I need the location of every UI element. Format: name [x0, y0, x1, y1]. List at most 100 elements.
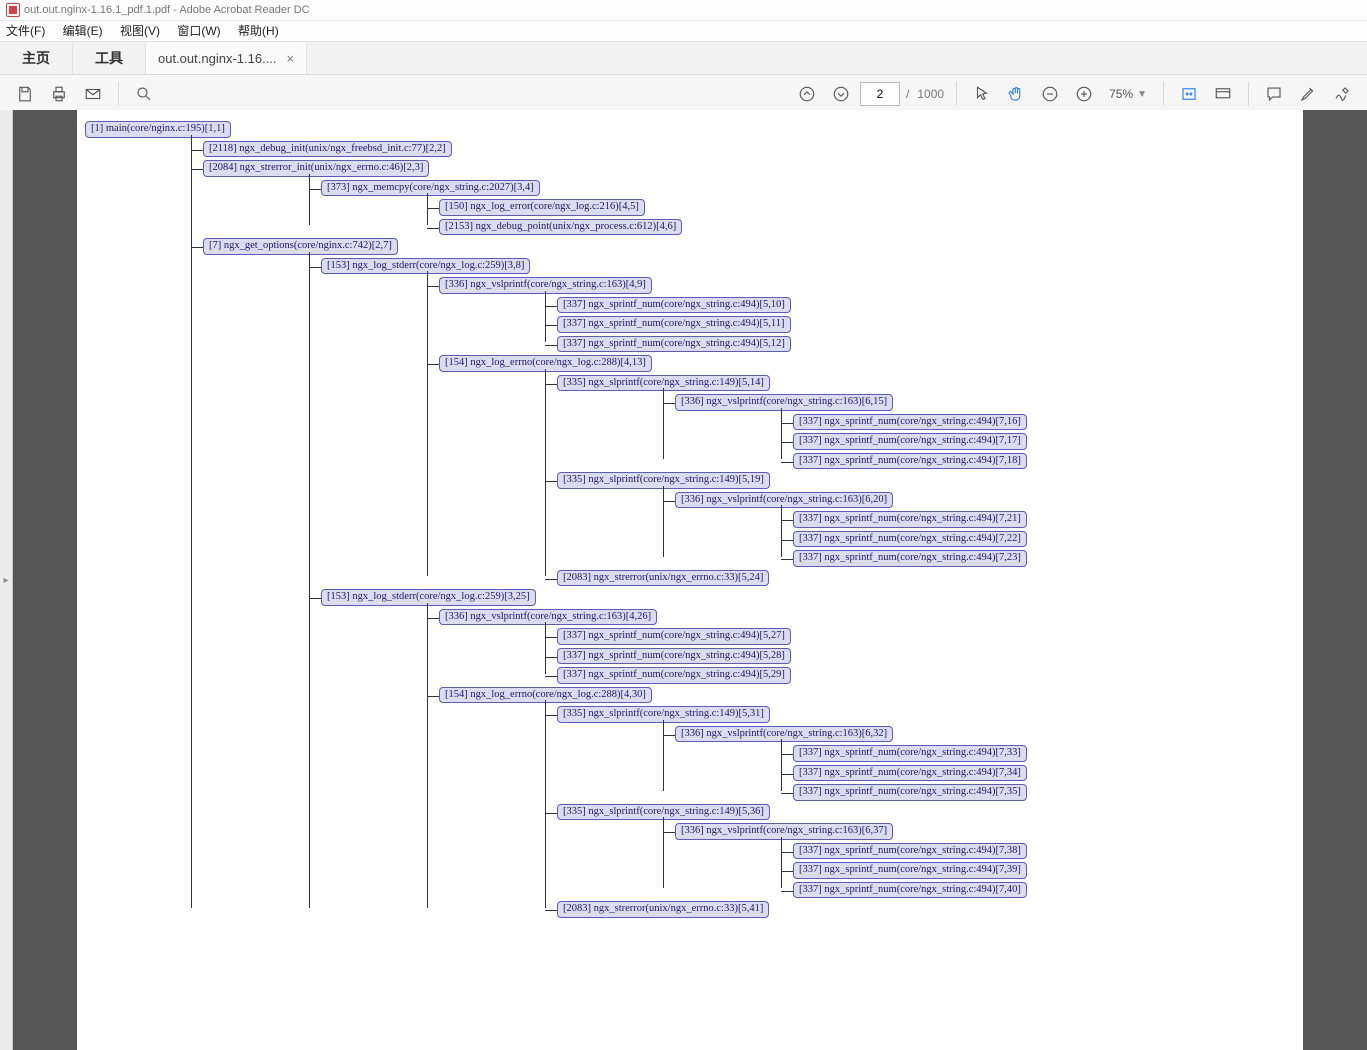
- menu-edit[interactable]: 编辑(E): [63, 24, 103, 38]
- tree-node[interactable]: [2153] ngx_debug_point(unix/ngx_process.…: [439, 219, 1027, 236]
- tree-node-label: [337] ngx_sprintf_num(core/ngx_string.c:…: [557, 648, 791, 665]
- tree-children: [150] ngx_log_error(core/ngx_log.c:216)[…: [439, 199, 1027, 235]
- hand-tool-icon[interactable]: [1001, 79, 1031, 109]
- tree-node[interactable]: [337] ngx_sprintf_num(core/ngx_string.c:…: [793, 511, 1027, 528]
- tree-node[interactable]: [337] ngx_sprintf_num(core/ngx_string.c:…: [557, 297, 1027, 314]
- tree-node[interactable]: [337] ngx_sprintf_num(core/ngx_string.c:…: [793, 550, 1027, 567]
- tree-node[interactable]: [337] ngx_sprintf_num(core/ngx_string.c:…: [793, 765, 1027, 782]
- tree-children: [337] ngx_sprintf_num(core/ngx_string.c:…: [793, 745, 1027, 801]
- menu-view[interactable]: 视图(V): [120, 24, 160, 38]
- fit-width-icon[interactable]: [1174, 79, 1204, 109]
- tree-node[interactable]: [153] ngx_log_stderr(core/ngx_log.c:259)…: [321, 589, 1027, 918]
- save-icon[interactable]: [10, 79, 40, 109]
- tree-node-label: [336] ngx_vslprintf(core/ngx_string.c:16…: [675, 492, 893, 509]
- menu-window[interactable]: 窗口(W): [177, 24, 220, 38]
- tree-node[interactable]: [154] ngx_log_errno(core/ngx_log.c:288)[…: [439, 687, 1027, 918]
- sign-icon[interactable]: [1327, 79, 1357, 109]
- close-tab-icon[interactable]: ×: [287, 51, 295, 66]
- zoom-level-value: 75%: [1109, 87, 1133, 101]
- menu-help[interactable]: 帮助(H): [238, 24, 279, 38]
- tree-node[interactable]: [2083] ngx_strerror(unix/ngx_errno.c:33)…: [557, 570, 1027, 587]
- pdf-file-icon: [6, 3, 20, 17]
- highlight-icon[interactable]: [1293, 79, 1323, 109]
- tree-children: [336] ngx_vslprintf(core/ngx_string.c:16…: [439, 609, 1027, 918]
- page-down-icon[interactable]: [826, 79, 856, 109]
- tree-node[interactable]: [153] ngx_log_stderr(core/ngx_log.c:259)…: [321, 258, 1027, 587]
- tree-node[interactable]: [154] ngx_log_errno(core/ngx_log.c:288)[…: [439, 355, 1027, 586]
- print-icon[interactable]: [44, 79, 74, 109]
- tree-node[interactable]: [337] ngx_sprintf_num(core/ngx_string.c:…: [793, 784, 1027, 801]
- tree-children: [336] ngx_vslprintf(core/ngx_string.c:16…: [675, 726, 1027, 801]
- tree-node[interactable]: [337] ngx_sprintf_num(core/ngx_string.c:…: [793, 882, 1027, 899]
- tree-children: [337] ngx_sprintf_num(core/ngx_string.c:…: [793, 843, 1027, 899]
- tree-node-label: [150] ngx_log_error(core/ngx_log.c:216)[…: [439, 199, 645, 216]
- toolbar-separator: [118, 82, 119, 106]
- tree-node[interactable]: [337] ngx_sprintf_num(core/ngx_string.c:…: [557, 316, 1027, 333]
- tree-node[interactable]: [337] ngx_sprintf_num(core/ngx_string.c:…: [557, 628, 1027, 645]
- menu-file[interactable]: 文件(F): [6, 24, 45, 38]
- zoom-in-icon[interactable]: [1069, 79, 1099, 109]
- toolbar-separator: [956, 82, 957, 106]
- search-icon[interactable]: [129, 79, 159, 109]
- tree-node[interactable]: [2118] ngx_debug_init(unix/ngx_freebsd_i…: [203, 141, 1027, 158]
- email-icon[interactable]: [78, 79, 108, 109]
- tree-node[interactable]: [337] ngx_sprintf_num(core/ngx_string.c:…: [793, 453, 1027, 470]
- tree-node[interactable]: [373] ngx_memcpy(core/ngx_string.c:2027)…: [321, 180, 1027, 236]
- chevron-down-icon: ▼: [1137, 89, 1147, 100]
- tree-node[interactable]: [336] ngx_vslprintf(core/ngx_string.c:16…: [439, 277, 1027, 352]
- tree-node[interactable]: [2083] ngx_strerror(unix/ngx_errno.c:33)…: [557, 901, 1027, 918]
- tree-node-label: [337] ngx_sprintf_num(core/ngx_string.c:…: [793, 433, 1027, 450]
- tree-children: [373] ngx_memcpy(core/ngx_string.c:2027)…: [321, 180, 1027, 236]
- tab-home[interactable]: 主页: [0, 42, 73, 74]
- pointer-icon[interactable]: [967, 79, 997, 109]
- tree-node-label: [2084] ngx_strerror_init(unix/ngx_errno.…: [203, 160, 429, 177]
- tree-children: [153] ngx_log_stderr(core/ngx_log.c:259)…: [321, 258, 1027, 918]
- tree-node[interactable]: [2084] ngx_strerror_init(unix/ngx_errno.…: [203, 160, 1027, 235]
- tree-node[interactable]: [337] ngx_sprintf_num(core/ngx_string.c:…: [793, 433, 1027, 450]
- tree-node-label: [337] ngx_sprintf_num(core/ngx_string.c:…: [557, 628, 791, 645]
- tree-node[interactable]: [337] ngx_sprintf_num(core/ngx_string.c:…: [793, 531, 1027, 548]
- tab-document[interactable]: out.out.nginx-1.16.... ×: [146, 42, 307, 74]
- tree-node-label: [373] ngx_memcpy(core/ngx_string.c:2027)…: [321, 180, 540, 197]
- tree-node-label: [337] ngx_sprintf_num(core/ngx_string.c:…: [557, 336, 791, 353]
- tree-node[interactable]: [337] ngx_sprintf_num(core/ngx_string.c:…: [557, 336, 1027, 353]
- tree-node[interactable]: [337] ngx_sprintf_num(core/ngx_string.c:…: [557, 667, 1027, 684]
- tree-node[interactable]: [337] ngx_sprintf_num(core/ngx_string.c:…: [793, 862, 1027, 879]
- tree-node[interactable]: [337] ngx_sprintf_num(core/ngx_string.c:…: [793, 843, 1027, 860]
- page-separator: /: [906, 87, 909, 101]
- read-mode-icon[interactable]: [1208, 79, 1238, 109]
- toolbar: / 1000 75% ▼: [0, 75, 1367, 114]
- tree-node[interactable]: [335] ngx_slprintf(core/ngx_string.c:149…: [557, 375, 1027, 470]
- pdf-page: [1] main(core/nginx.c:195)[1,1][2118] ng…: [77, 110, 1303, 1050]
- tree-node[interactable]: [336] ngx_vslprintf(core/ngx_string.c:16…: [439, 609, 1027, 684]
- tree-children: [336] ngx_vslprintf(core/ngx_string.c:16…: [675, 823, 1027, 898]
- sidebar-toggle[interactable]: ▸: [0, 110, 13, 1050]
- tree-node[interactable]: [1] main(core/nginx.c:195)[1,1][2118] ng…: [85, 121, 1027, 918]
- tree-node[interactable]: [336] ngx_vslprintf(core/ngx_string.c:16…: [675, 726, 1027, 801]
- tree-children: [337] ngx_sprintf_num(core/ngx_string.c:…: [793, 414, 1027, 470]
- tree-node[interactable]: [335] ngx_slprintf(core/ngx_string.c:149…: [557, 706, 1027, 801]
- tree-node[interactable]: [336] ngx_vslprintf(core/ngx_string.c:16…: [675, 394, 1027, 469]
- tree-node-label: [336] ngx_vslprintf(core/ngx_string.c:16…: [675, 394, 893, 411]
- tree-node[interactable]: [7] ngx_get_options(core/nginx.c:742)[2,…: [203, 238, 1027, 918]
- tree-node[interactable]: [150] ngx_log_error(core/ngx_log.c:216)[…: [439, 199, 1027, 216]
- window-titlebar: out.out.nginx-1.16.1_pdf.1.pdf - Adobe A…: [0, 0, 1367, 21]
- tab-tools[interactable]: 工具: [73, 42, 146, 74]
- tree-node-label: [337] ngx_sprintf_num(core/ngx_string.c:…: [793, 550, 1027, 567]
- page-up-icon[interactable]: [792, 79, 822, 109]
- tree-node-label: [337] ngx_sprintf_num(core/ngx_string.c:…: [793, 453, 1027, 470]
- tree-node-label: [2153] ngx_debug_point(unix/ngx_process.…: [439, 219, 682, 236]
- tree-node[interactable]: [335] ngx_slprintf(core/ngx_string.c:149…: [557, 804, 1027, 899]
- tree-node[interactable]: [336] ngx_vslprintf(core/ngx_string.c:16…: [675, 492, 1027, 567]
- page-number-input[interactable]: [860, 82, 900, 106]
- window-title: out.out.nginx-1.16.1_pdf.1.pdf - Adobe A…: [24, 0, 310, 20]
- page-viewport[interactable]: [1] main(core/nginx.c:195)[1,1][2118] ng…: [13, 110, 1367, 1050]
- zoom-level-dropdown[interactable]: 75% ▼: [1103, 82, 1153, 106]
- tree-node[interactable]: [335] ngx_slprintf(core/ngx_string.c:149…: [557, 472, 1027, 567]
- tree-node[interactable]: [336] ngx_vslprintf(core/ngx_string.c:16…: [675, 823, 1027, 898]
- tree-node[interactable]: [337] ngx_sprintf_num(core/ngx_string.c:…: [793, 414, 1027, 431]
- comment-icon[interactable]: [1259, 79, 1289, 109]
- tree-node[interactable]: [337] ngx_sprintf_num(core/ngx_string.c:…: [793, 745, 1027, 762]
- tree-node[interactable]: [337] ngx_sprintf_num(core/ngx_string.c:…: [557, 648, 1027, 665]
- zoom-out-icon[interactable]: [1035, 79, 1065, 109]
